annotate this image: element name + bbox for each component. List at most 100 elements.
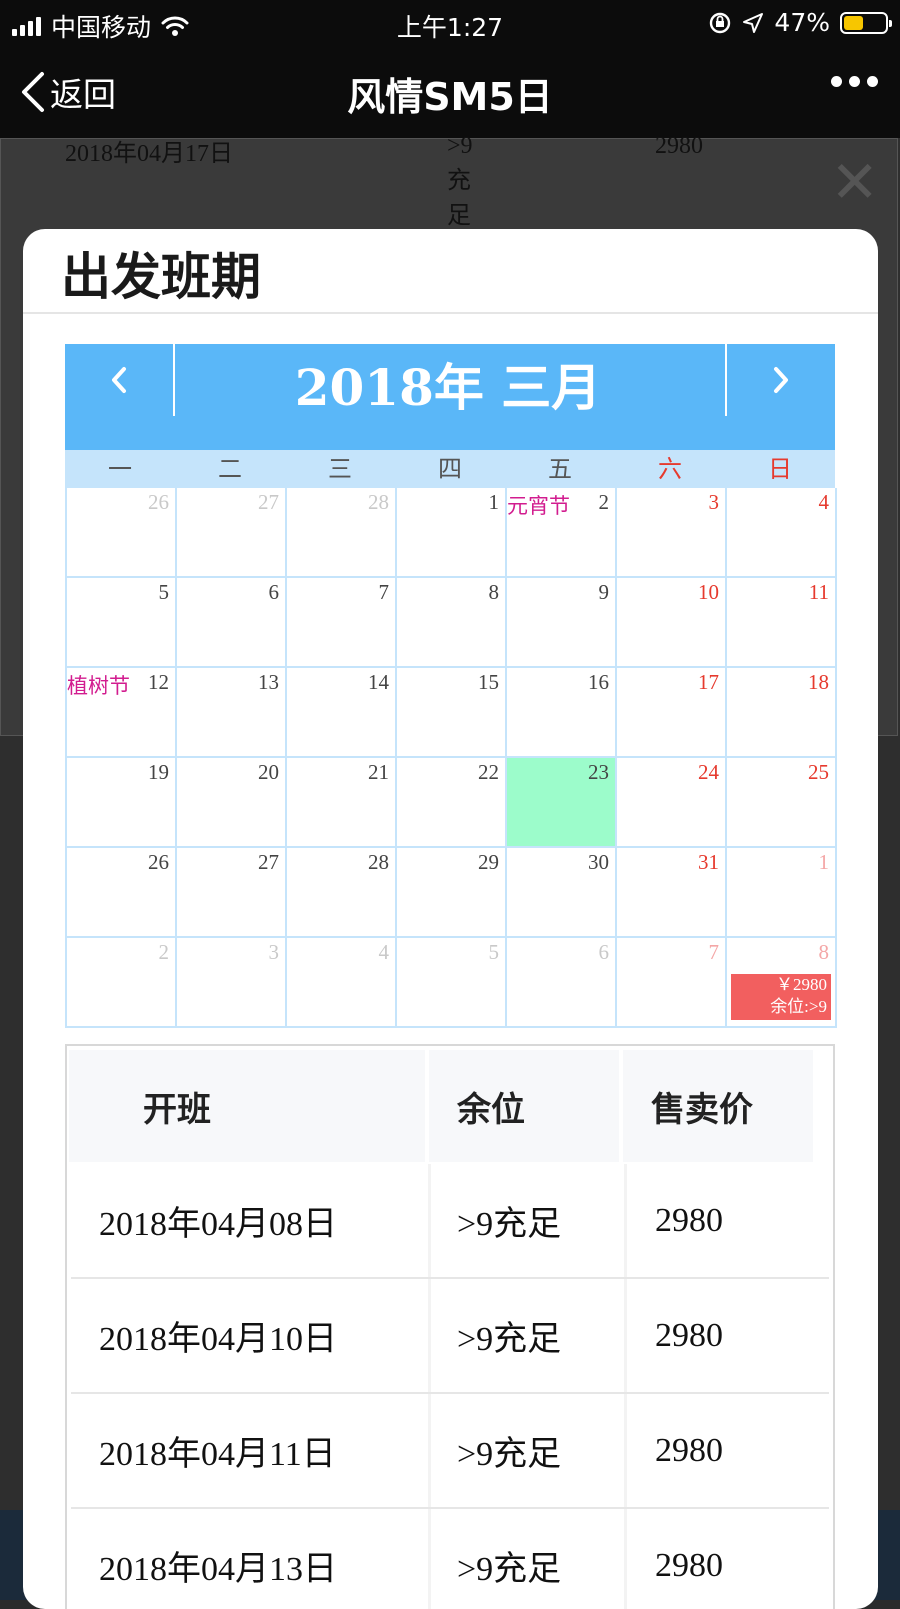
calendar-day[interactable]: 9	[507, 578, 617, 668]
close-icon[interactable]: ✕	[830, 153, 879, 211]
weekday-label: 一	[108, 455, 132, 483]
calendar-day[interactable]: 28	[287, 488, 397, 578]
calendar-day[interactable]: 5	[67, 578, 177, 668]
day-number: 9	[598, 580, 610, 604]
day-number: 28	[368, 490, 389, 514]
day-number: 18	[808, 670, 829, 694]
weekday-label: 六	[658, 455, 682, 483]
calendar-day[interactable]: 12 植树节	[67, 668, 177, 758]
day-number: 7	[378, 580, 390, 604]
calendar-day[interactable]: 14	[287, 668, 397, 758]
calendar-day[interactable]: 8 ￥2980 余位:>9	[727, 938, 837, 1028]
calendar-day[interactable]: 8	[397, 578, 507, 668]
weekday-label: 日	[768, 455, 792, 483]
battery-level	[844, 15, 863, 30]
page-title: 风情SM5日	[347, 75, 553, 119]
price-tag-price: ￥2980	[776, 975, 827, 994]
day-number: 29	[478, 850, 499, 874]
calendar-day[interactable]: 16	[507, 668, 617, 758]
calendar-day[interactable]: 17	[617, 668, 727, 758]
calendar-day[interactable]: 29	[397, 848, 507, 938]
calendar-day[interactable]: 6	[177, 578, 287, 668]
calendar-day[interactable]: 21	[287, 758, 397, 848]
calendar-day[interactable]: 6	[507, 938, 617, 1028]
calendar-day[interactable]: 2 元宵节	[507, 488, 617, 578]
day-number: 3	[268, 940, 280, 964]
day-number: 3	[708, 490, 720, 514]
day-number: 14	[368, 670, 389, 694]
next-month-button[interactable]	[725, 344, 835, 416]
calendar-day[interactable]: 1	[397, 488, 507, 578]
calendar-day[interactable]: 7	[617, 938, 727, 1028]
weekday-header: 一 二 三 四 五 六 日	[65, 450, 835, 488]
day-number: 8	[488, 580, 500, 604]
status-bar: 中国移动 上午1:27 47%	[0, 0, 900, 46]
calendar-day[interactable]: 13	[177, 668, 287, 758]
day-number: 4	[818, 490, 830, 514]
calendar-day[interactable]: 2	[67, 938, 177, 1028]
calendar-day[interactable]: 31	[617, 848, 727, 938]
background-row-price: 2980	[655, 133, 703, 159]
calendar-day[interactable]: 18	[727, 668, 837, 758]
calendar: 2018年 三月 一 二 三 四 五 六 日 26 27 28 1 2 元宵节 3 4 5 6 7 8…	[65, 344, 837, 1028]
table-row[interactable]: 2018年04月13日 >9充足 2980	[71, 1509, 829, 1609]
calendar-day-selected[interactable]: 23	[507, 758, 617, 848]
calendar-day[interactable]: 20	[177, 758, 287, 848]
calendar-day[interactable]: 3	[617, 488, 727, 578]
location-arrow-icon	[743, 12, 764, 33]
day-number: 10	[698, 580, 719, 604]
battery-icon	[840, 11, 892, 34]
weekday-label: 三	[328, 455, 352, 483]
day-number: 22	[478, 760, 499, 784]
calendar-day[interactable]: 4	[287, 938, 397, 1028]
table-header: 开班 余位 售卖价	[67, 1046, 833, 1164]
day-number: 4	[378, 940, 390, 964]
calendar-day[interactable]: 24	[617, 758, 727, 848]
cell-seats: >9充足	[431, 1509, 627, 1609]
more-options-button[interactable]	[831, 76, 878, 87]
cell-date: 2018年04月13日	[71, 1509, 431, 1609]
calendar-day[interactable]: 26	[67, 488, 177, 578]
calendar-grid: 26 27 28 1 2 元宵节 3 4 5 6 7 8 9 10 11 12 植树节 13 14 15 16 17 18 1…	[65, 488, 837, 1028]
cell-date: 2018年04月10日	[71, 1279, 431, 1392]
calendar-day[interactable]: 5	[397, 938, 507, 1028]
calendar-day[interactable]: 1	[727, 848, 837, 938]
calendar-day[interactable]: 28	[287, 848, 397, 938]
calendar-day[interactable]: 22	[397, 758, 507, 848]
price-tag[interactable]: ￥2980 余位:>9	[731, 974, 831, 1020]
calendar-day[interactable]: 11	[727, 578, 837, 668]
table-row[interactable]: 2018年04月08日 >9充足 2980	[71, 1164, 829, 1279]
calendar-day[interactable]: 3	[177, 938, 287, 1028]
calendar-day[interactable]: 7	[287, 578, 397, 668]
cell-seats: >9充足	[431, 1394, 627, 1507]
table-row[interactable]: 2018年04月11日 >9充足 2980	[71, 1394, 829, 1509]
day-number: 26	[148, 850, 169, 874]
calendar-day[interactable]: 25	[727, 758, 837, 848]
day-number: 27	[258, 850, 279, 874]
calendar-day[interactable]: 30	[507, 848, 617, 938]
table-row[interactable]: 2018年04月10日 >9充足 2980	[71, 1279, 829, 1394]
calendar-day[interactable]: 4	[727, 488, 837, 578]
background-row: 2018年04月17日 >9充足 2980	[65, 133, 703, 229]
column-header-date: 开班	[69, 1050, 425, 1162]
day-number: 20	[258, 760, 279, 784]
more-dots-icon	[831, 76, 842, 87]
cell-date: 2018年04月11日	[71, 1394, 431, 1507]
prev-month-button[interactable]	[65, 344, 175, 416]
day-number: 5	[158, 580, 170, 604]
chevron-right-icon	[774, 367, 788, 393]
day-number: 31	[698, 850, 719, 874]
status-bar-right: 47%	[708, 8, 892, 37]
calendar-day[interactable]: 27	[177, 488, 287, 578]
day-number: 6	[598, 940, 610, 964]
day-number: 16	[588, 670, 609, 694]
calendar-day[interactable]: 19	[67, 758, 177, 848]
orientation-lock-icon	[710, 12, 731, 33]
column-header-price: 售卖价	[623, 1050, 813, 1162]
day-number: 15	[478, 670, 499, 694]
calendar-day[interactable]: 27	[177, 848, 287, 938]
calendar-day[interactable]: 15	[397, 668, 507, 758]
schedule-table: 开班 余位 售卖价 2018年04月08日 >9充足 2980 2018年04月…	[65, 1044, 835, 1609]
calendar-day[interactable]: 10	[617, 578, 727, 668]
calendar-day[interactable]: 26	[67, 848, 177, 938]
